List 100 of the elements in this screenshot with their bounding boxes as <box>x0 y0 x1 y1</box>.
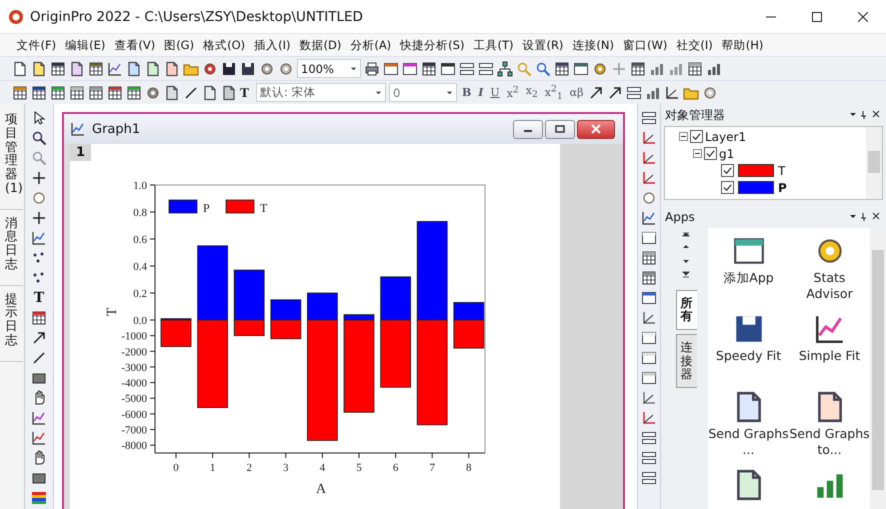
plus-icon[interactable] <box>31 210 47 226</box>
layout-icon[interactable] <box>641 430 657 446</box>
scrollbar[interactable] <box>866 127 882 199</box>
checkbox[interactable] <box>704 147 717 160</box>
table-icon[interactable] <box>126 84 142 100</box>
menu-item[interactable]: 工具(T) <box>468 38 518 52</box>
menu-item[interactable]: 图(G) <box>160 38 199 52</box>
checkbox[interactable] <box>721 181 734 194</box>
panel-controls-icon[interactable] <box>848 110 882 120</box>
menu-item[interactable]: 数据(D) <box>294 38 346 52</box>
table-icon[interactable] <box>630 60 646 76</box>
font-dropdown[interactable]: 默认: 宋体 <box>256 83 386 102</box>
scroll-arrows-icon[interactable] <box>681 232 691 278</box>
menu-item[interactable]: 设置(R) <box>518 38 568 52</box>
menu-item[interactable]: 窗口(W) <box>618 38 672 52</box>
format-button[interactable]: U <box>488 84 502 102</box>
menu-item[interactable]: 格式(O) <box>198 38 250 52</box>
menu-item[interactable]: 连接(N) <box>568 38 618 52</box>
grid-icon[interactable] <box>31 310 47 326</box>
tree-item-label[interactable]: P <box>778 180 787 194</box>
menu-item[interactable]: 文件(F) <box>12 38 61 52</box>
menu-item[interactable]: 插入(I) <box>250 38 295 52</box>
color-bars-icon[interactable] <box>31 490 47 506</box>
frame-icon[interactable] <box>641 370 657 386</box>
table-icon[interactable] <box>687 60 703 76</box>
rows-icon[interactable] <box>478 60 494 76</box>
menu-item[interactable]: 编辑(E) <box>60 38 110 52</box>
zoom-in-icon[interactable] <box>31 130 47 146</box>
arrow-icon[interactable] <box>31 330 47 346</box>
window-icon[interactable] <box>641 230 657 246</box>
zoom-icon[interactable] <box>535 60 551 76</box>
document-icon[interactable] <box>126 60 142 76</box>
menu-item[interactable]: 社交(I) <box>672 38 718 52</box>
new-document-icon[interactable] <box>31 60 47 76</box>
collapse-toggle[interactable] <box>693 149 702 158</box>
app-tile[interactable]: Send Graphs to... <box>789 390 870 468</box>
collapse-toggle[interactable] <box>679 132 688 141</box>
window-icon[interactable] <box>402 60 418 76</box>
tree-item-label[interactable]: Layer1 <box>705 130 746 144</box>
frame-icon[interactable] <box>641 390 657 406</box>
crosshair-icon[interactable] <box>31 170 47 186</box>
chart-icon[interactable] <box>31 410 47 426</box>
table-icon[interactable] <box>421 60 437 76</box>
window-icon[interactable] <box>641 290 657 306</box>
save-icon[interactable] <box>240 60 256 76</box>
format-button[interactable]: x$_{2}$ <box>524 84 540 102</box>
paste-icon[interactable] <box>221 84 237 100</box>
text-tool-button[interactable]: T <box>34 290 44 306</box>
format-button[interactable]: I <box>476 84 486 102</box>
image-document-icon[interactable] <box>69 60 85 76</box>
dialog-icon[interactable] <box>573 60 589 76</box>
tree-item-label[interactable]: T <box>778 164 786 178</box>
document-icon[interactable] <box>164 84 180 100</box>
copy-icon[interactable] <box>202 84 218 100</box>
table-icon[interactable] <box>69 84 85 100</box>
target-icon[interactable] <box>31 190 47 206</box>
chart-icon[interactable] <box>31 430 47 446</box>
data-reader-icon[interactable] <box>31 230 47 246</box>
dock-tab[interactable]: 消息日志 <box>0 212 22 286</box>
line-icon[interactable] <box>31 350 47 366</box>
table-icon[interactable] <box>88 60 104 76</box>
minimize-button[interactable] <box>513 120 543 138</box>
app-tile[interactable]: Send Graphs ... <box>708 390 789 468</box>
frame-icon[interactable] <box>641 410 657 426</box>
layer-badge[interactable]: 1 <box>70 144 92 161</box>
align-icon[interactable] <box>626 84 642 100</box>
printer-icon[interactable] <box>364 60 380 76</box>
table-icon[interactable] <box>31 84 47 100</box>
layout-icon[interactable] <box>641 450 657 466</box>
table-icon[interactable] <box>50 84 66 100</box>
zoom-dropdown[interactable]: 100% <box>297 59 361 78</box>
app-tile[interactable]: Simple Fit <box>789 312 870 390</box>
grid-icon[interactable] <box>641 270 657 286</box>
dock-tab[interactable]: 项目管理器 (1) <box>0 108 22 210</box>
document-icon[interactable] <box>164 60 180 76</box>
app-tile[interactable]: Speedy Fit <box>708 312 789 390</box>
rows-icon[interactable] <box>459 60 475 76</box>
table-icon[interactable] <box>107 84 123 100</box>
frame-icon[interactable] <box>641 330 657 346</box>
new-document-icon[interactable] <box>12 60 28 76</box>
menu-item[interactable]: 快捷分析(S) <box>396 38 469 52</box>
table-icon[interactable] <box>12 84 28 100</box>
format-button[interactable]: αβ <box>568 84 586 102</box>
grid-icon[interactable] <box>641 250 657 266</box>
frame-icon[interactable] <box>641 350 657 366</box>
menu-item[interactable]: 查看(V) <box>110 38 160 52</box>
table-icon[interactable] <box>88 84 104 100</box>
frame-icon[interactable] <box>641 310 657 326</box>
format-button[interactable]: B <box>460 84 474 102</box>
checkbox[interactable] <box>690 130 703 143</box>
axes-icon[interactable] <box>641 130 657 146</box>
layout-icon[interactable] <box>641 470 657 486</box>
apps-tab[interactable]: 所有 <box>676 290 696 330</box>
axes-icon[interactable] <box>641 170 657 186</box>
close-button[interactable] <box>577 120 615 138</box>
line-chart-icon[interactable] <box>107 60 123 76</box>
app-tile[interactable]: Stats Advisor <box>789 234 870 312</box>
dock-tab[interactable]: 提示日志 <box>0 288 22 362</box>
tree-icon[interactable] <box>497 60 513 76</box>
save-icon[interactable] <box>221 60 237 76</box>
